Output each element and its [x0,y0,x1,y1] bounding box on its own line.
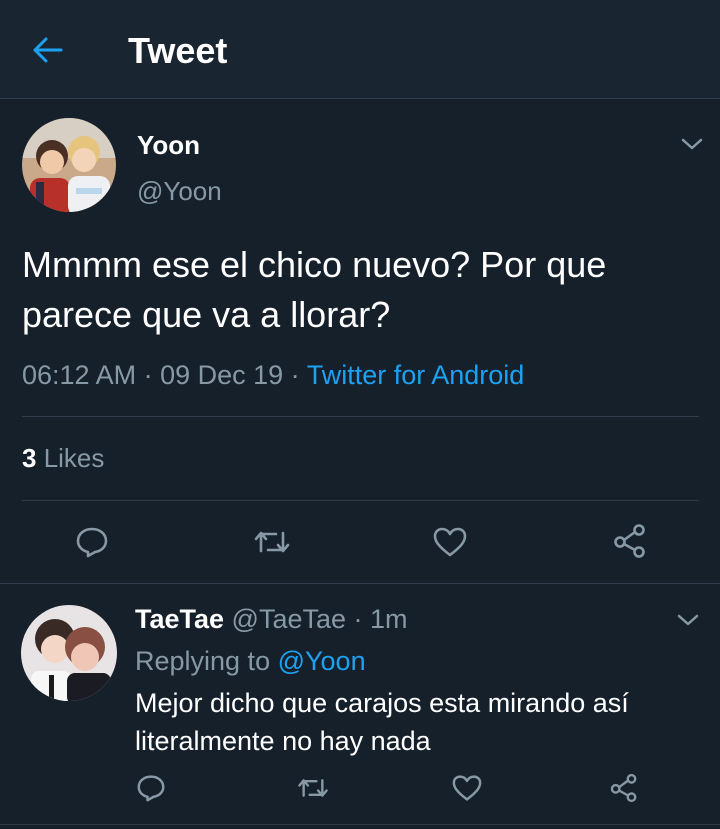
chevron-down-icon [681,138,703,150]
author-name[interactable]: Yoon [137,130,200,161]
like-icon [452,775,482,801]
retweet-icon [298,779,328,797]
replying-to: Replying to @Yoon [135,646,366,677]
reply-icon [137,775,165,802]
tweet-meta: 06:12 AM · 09 Dec 19 · Twitter for Andro… [22,360,524,391]
tweet-text: Mmmm ese el chico nuevo? Por que parece … [22,244,607,335]
divider [0,583,720,584]
share-icon [610,773,637,803]
retweet-button[interactable] [250,524,294,560]
reply-menu-button[interactable] [676,612,700,628]
reply-text: Mejor dicho que carajos esta mirando así… [135,688,629,756]
reply-header: TaeTae @TaeTae · 1m [135,604,408,635]
tweet-date: 09 Dec 19 [160,360,284,390]
like-button[interactable] [450,773,484,803]
retweet-button[interactable] [294,773,332,803]
reply-button[interactable] [134,772,168,804]
avatar[interactable] [22,118,116,212]
divider [22,416,699,417]
likes-label: Likes [36,443,105,473]
mention-link[interactable]: @Yoon [278,646,366,676]
replying-prefix: Replying to [135,646,278,676]
tweet-source-link[interactable]: Twitter for Android [307,360,525,390]
like-button[interactable] [430,524,470,560]
reply-time: · 1m [346,604,408,634]
top-bar: Tweet [0,0,720,99]
page-title: Tweet [128,30,228,71]
meta-separator: · [136,360,161,390]
retweet-icon [254,531,290,553]
share-button[interactable] [610,522,650,560]
share-button[interactable] [607,772,641,804]
reply-icon [76,527,108,558]
back-button[interactable] [30,32,66,68]
reply-button[interactable] [72,524,112,560]
share-icon [614,524,645,558]
divider [22,500,699,501]
divider [0,824,720,825]
tweet-time: 06:12 AM [22,360,137,390]
tweet-menu-button[interactable] [680,136,704,152]
reply-author-name[interactable]: TaeTae [135,604,224,634]
back-arrow-icon [33,37,63,63]
avatar[interactable] [21,605,117,701]
chevron-down-icon [677,614,699,626]
reply-author-handle[interactable]: @TaeTae [224,604,346,634]
author-handle[interactable]: @Yoon [137,176,222,207]
like-icon [433,527,467,557]
likes-link[interactable]: 3 Likes [22,443,104,474]
meta-separator: · [283,360,307,390]
likes-count: 3 [22,443,37,473]
